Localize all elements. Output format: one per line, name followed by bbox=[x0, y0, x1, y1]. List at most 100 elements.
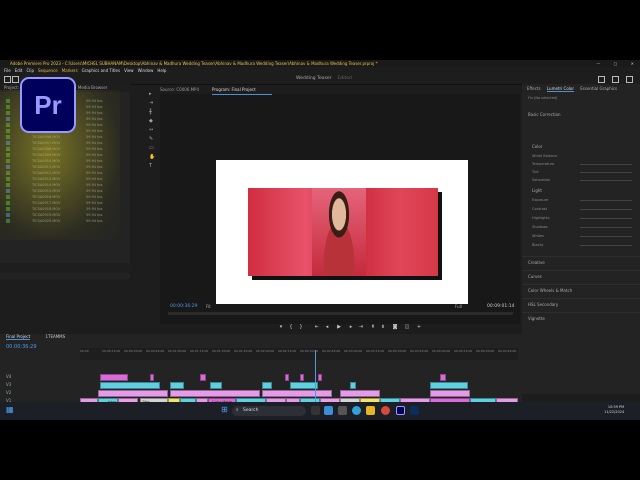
light-row-slider[interactable] bbox=[580, 218, 632, 219]
light-row-slider[interactable] bbox=[580, 227, 632, 228]
timeline-timecode[interactable]: 00:00:36:29 bbox=[6, 344, 37, 350]
light-row-slider[interactable] bbox=[580, 209, 632, 210]
slip-tool-icon[interactable]: ↔ bbox=[149, 128, 154, 133]
monitor-scrub-bar[interactable] bbox=[168, 312, 513, 315]
go-to-in-icon[interactable]: ⇤ bbox=[314, 324, 320, 330]
menu-item-edit[interactable]: Edit bbox=[15, 68, 23, 73]
section-creative[interactable]: Creative bbox=[528, 260, 545, 265]
lift-icon[interactable]: ⇞ bbox=[370, 324, 376, 330]
menu-item-sequence[interactable]: Sequence bbox=[38, 68, 58, 73]
file-explorer-icon[interactable] bbox=[324, 406, 333, 415]
rectangle-tool-icon[interactable]: ▭ bbox=[149, 146, 154, 151]
section-light[interactable]: Light bbox=[532, 188, 542, 193]
timeline-clip[interactable] bbox=[200, 374, 206, 381]
timeline-clip[interactable] bbox=[430, 390, 470, 397]
premiere-taskbar-icon[interactable] bbox=[396, 406, 405, 415]
fit-dropdown[interactable]: Fit bbox=[206, 304, 211, 309]
timeline-clip[interactable] bbox=[262, 382, 272, 389]
extract-icon[interactable]: ⇟ bbox=[380, 324, 386, 330]
light-row-slider[interactable] bbox=[580, 200, 632, 201]
task-view-icon[interactable] bbox=[311, 406, 320, 415]
menu-item-help[interactable]: Help bbox=[157, 68, 166, 73]
timeline-clip[interactable] bbox=[170, 382, 184, 389]
section-basic-correction[interactable]: Basic Correction bbox=[528, 112, 561, 117]
play-icon[interactable]: ▶ bbox=[336, 324, 342, 330]
menu-item-window[interactable]: Window bbox=[138, 68, 154, 73]
menu-item-markers[interactable]: Markers bbox=[62, 68, 78, 73]
saturation-slider[interactable] bbox=[580, 180, 632, 181]
section-vignette[interactable]: Vignette bbox=[528, 316, 545, 321]
timeline-clip[interactable] bbox=[150, 374, 154, 381]
section-color[interactable]: Color bbox=[532, 144, 542, 149]
timeline-clip[interactable] bbox=[100, 374, 128, 381]
import-icon[interactable] bbox=[12, 76, 19, 83]
tab-essential-graphics[interactable]: Essential Graphics bbox=[580, 86, 617, 91]
tab-effects[interactable]: Effects bbox=[527, 86, 541, 91]
timeline-clip[interactable] bbox=[430, 382, 468, 389]
menu-item-graphics-and-titles[interactable]: Graphics and Titles bbox=[82, 68, 120, 73]
chrome-icon[interactable] bbox=[381, 406, 390, 415]
timeline-clip[interactable] bbox=[290, 382, 318, 389]
widgets-icon[interactable]: ▦ bbox=[6, 405, 14, 414]
photoshop-taskbar-icon[interactable] bbox=[410, 406, 419, 415]
marker-icon[interactable]: ▾ bbox=[278, 324, 284, 330]
timeline-clip[interactable] bbox=[170, 390, 260, 397]
button-editor-icon[interactable]: + bbox=[416, 324, 422, 330]
section-curves[interactable]: Curves bbox=[528, 274, 542, 279]
timeline-clip[interactable] bbox=[262, 390, 332, 397]
selection-tool-icon[interactable]: ▸ bbox=[149, 92, 154, 97]
track-select-icon[interactable]: ⇥ bbox=[149, 101, 154, 106]
timeline-clip[interactable] bbox=[300, 374, 304, 381]
window-controls[interactable]: — ▢ ✕ bbox=[596, 60, 640, 67]
tab-sequence-final-project[interactable]: Final Project bbox=[6, 334, 31, 340]
timeline-clip[interactable] bbox=[350, 382, 356, 389]
track-label[interactable]: V3 bbox=[6, 382, 11, 387]
workspace-icon[interactable] bbox=[612, 76, 619, 83]
fullscreen-icon[interactable] bbox=[626, 76, 633, 83]
timeline-clip[interactable] bbox=[210, 382, 222, 389]
time-ruler[interactable]: 00:00 00:00:15:00 00:00:30:00 00:00:45:00 00… bbox=[80, 348, 518, 360]
section-hsl-secondary[interactable]: HSL Secondary bbox=[528, 302, 558, 307]
menu-item-file[interactable]: File bbox=[4, 68, 11, 73]
timeline-clip[interactable] bbox=[340, 390, 380, 397]
step-back-icon[interactable]: ◂ bbox=[324, 324, 330, 330]
menu-item-view[interactable]: View bbox=[124, 68, 134, 73]
menu-item-clip[interactable]: Clip bbox=[26, 68, 34, 73]
timeline-clip[interactable] bbox=[440, 374, 446, 381]
go-to-out-icon[interactable]: ⇥ bbox=[358, 324, 364, 330]
edge-icon[interactable] bbox=[352, 406, 361, 415]
folder-icon[interactable] bbox=[366, 406, 375, 415]
timeline-clip[interactable] bbox=[285, 374, 289, 381]
comparison-view-icon[interactable]: ◫ bbox=[404, 324, 410, 330]
ripple-edit-icon[interactable]: ╫ bbox=[149, 110, 154, 115]
tint-slider[interactable] bbox=[580, 172, 632, 173]
track-label[interactable]: V4 bbox=[6, 374, 11, 379]
in-point-icon[interactable]: { bbox=[288, 324, 294, 330]
timeline-clip[interactable] bbox=[98, 390, 168, 397]
razor-tool-icon[interactable]: ◆ bbox=[149, 119, 154, 124]
light-row-slider[interactable] bbox=[580, 245, 632, 246]
out-point-icon[interactable]: } bbox=[298, 324, 304, 330]
start-icon[interactable]: ⊞ bbox=[221, 405, 228, 414]
tab-sequence-2[interactable]: 1TEAMMS bbox=[45, 334, 65, 339]
temperature-slider[interactable] bbox=[580, 164, 632, 165]
track-label[interactable]: V2 bbox=[6, 390, 11, 395]
taskbar-search[interactable]: ⌕ Search bbox=[232, 406, 306, 416]
step-forward-icon[interactable]: ▸ bbox=[348, 324, 354, 330]
export-frame-icon[interactable]: ◙ bbox=[392, 324, 398, 330]
section-color-wheels[interactable]: Color Wheels & Match bbox=[528, 288, 572, 293]
resolution-dropdown[interactable]: Full bbox=[455, 304, 462, 309]
home-icon[interactable] bbox=[4, 76, 11, 83]
quick-export-icon[interactable] bbox=[598, 76, 605, 83]
project-file-row[interactable]: TICSA0920.MOV 59.94 fps bbox=[4, 218, 126, 224]
settings-icon[interactable] bbox=[338, 406, 347, 415]
system-clock[interactable]: 10:59 PM 11/22/2024 bbox=[604, 405, 624, 415]
pen-tool-icon[interactable]: ✎ bbox=[149, 137, 154, 142]
timeline-clip[interactable] bbox=[318, 374, 322, 381]
hand-tool-icon[interactable]: ✋ bbox=[149, 155, 155, 160]
tab-lumetri-color[interactable]: Lumetri Color bbox=[546, 86, 574, 92]
master-clip-select[interactable]: Fin (No selected) bbox=[528, 96, 557, 100]
tab-media-browser[interactable]: Media Browser bbox=[78, 85, 108, 90]
program-timecode[interactable]: 00:00:36:29 bbox=[170, 304, 197, 309]
timeline-clip[interactable] bbox=[100, 382, 160, 389]
